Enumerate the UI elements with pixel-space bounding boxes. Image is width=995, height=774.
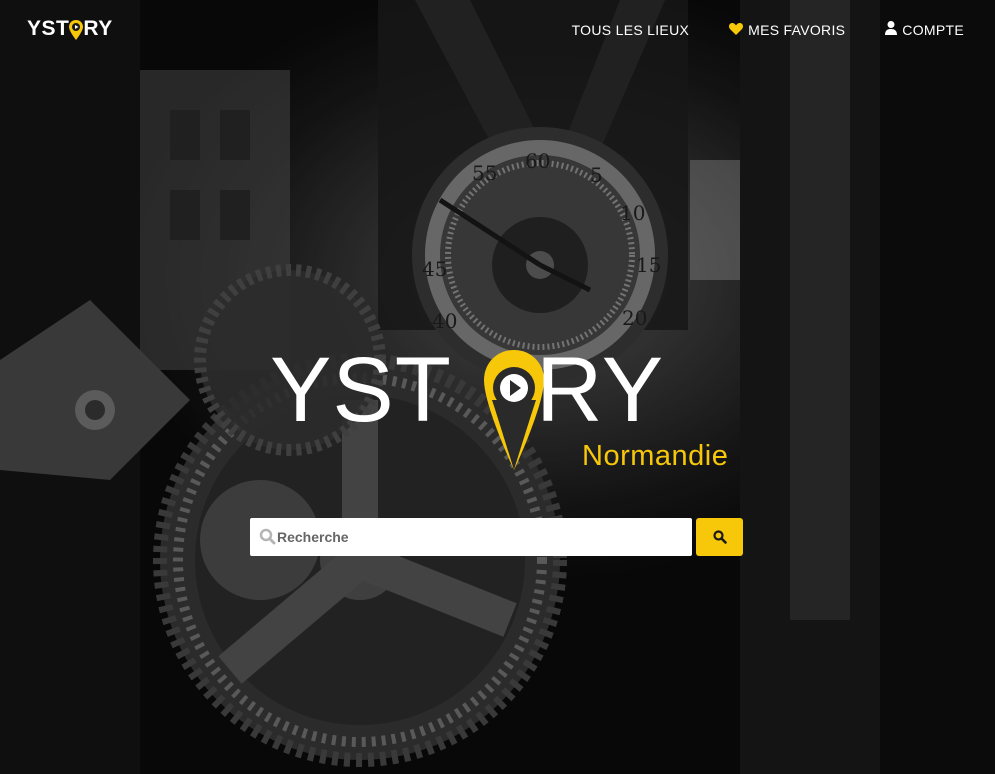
site-logo[interactable]: YST RY [27,17,113,41]
nav-links: TOUS LES LIEUX MES FAVORIS COMPTE [532,21,964,38]
nav-link-label: MES FAVORIS [748,21,846,38]
search-bar [250,518,743,556]
nav-link-label: TOUS LES LIEUX [571,21,690,38]
search-input[interactable] [250,518,693,556]
logo-text-right: RY [83,17,113,40]
navbar: YST RY TOUS LES LIEUX MES FAVORIS COMPTE [0,0,995,60]
nav-link-label: COMPTE [902,21,964,38]
logo-pin-icon [69,20,84,40]
search-icon [712,530,727,544]
hero-logo-text-left: YST [270,339,452,441]
user-icon [885,21,898,38]
search-field [250,518,693,556]
hero-logo-text-right: RY [536,339,665,441]
nav-link-compte[interactable]: COMPTE [885,21,964,38]
nav-link-tous-les-lieux[interactable]: TOUS LES LIEUX [572,22,690,38]
search-button[interactable] [696,518,743,556]
page: 60 55 5 10 15 20 45 40 YST RY TOUS LES L… [0,0,995,774]
heart-icon [729,22,744,38]
nav-link-mes-favoris[interactable]: MES FAVORIS [729,22,845,38]
logo-text-left: YST [27,17,70,40]
hero-logo: YST RY Normandie [270,340,730,480]
hero-subtitle: Normandie [582,440,729,472]
